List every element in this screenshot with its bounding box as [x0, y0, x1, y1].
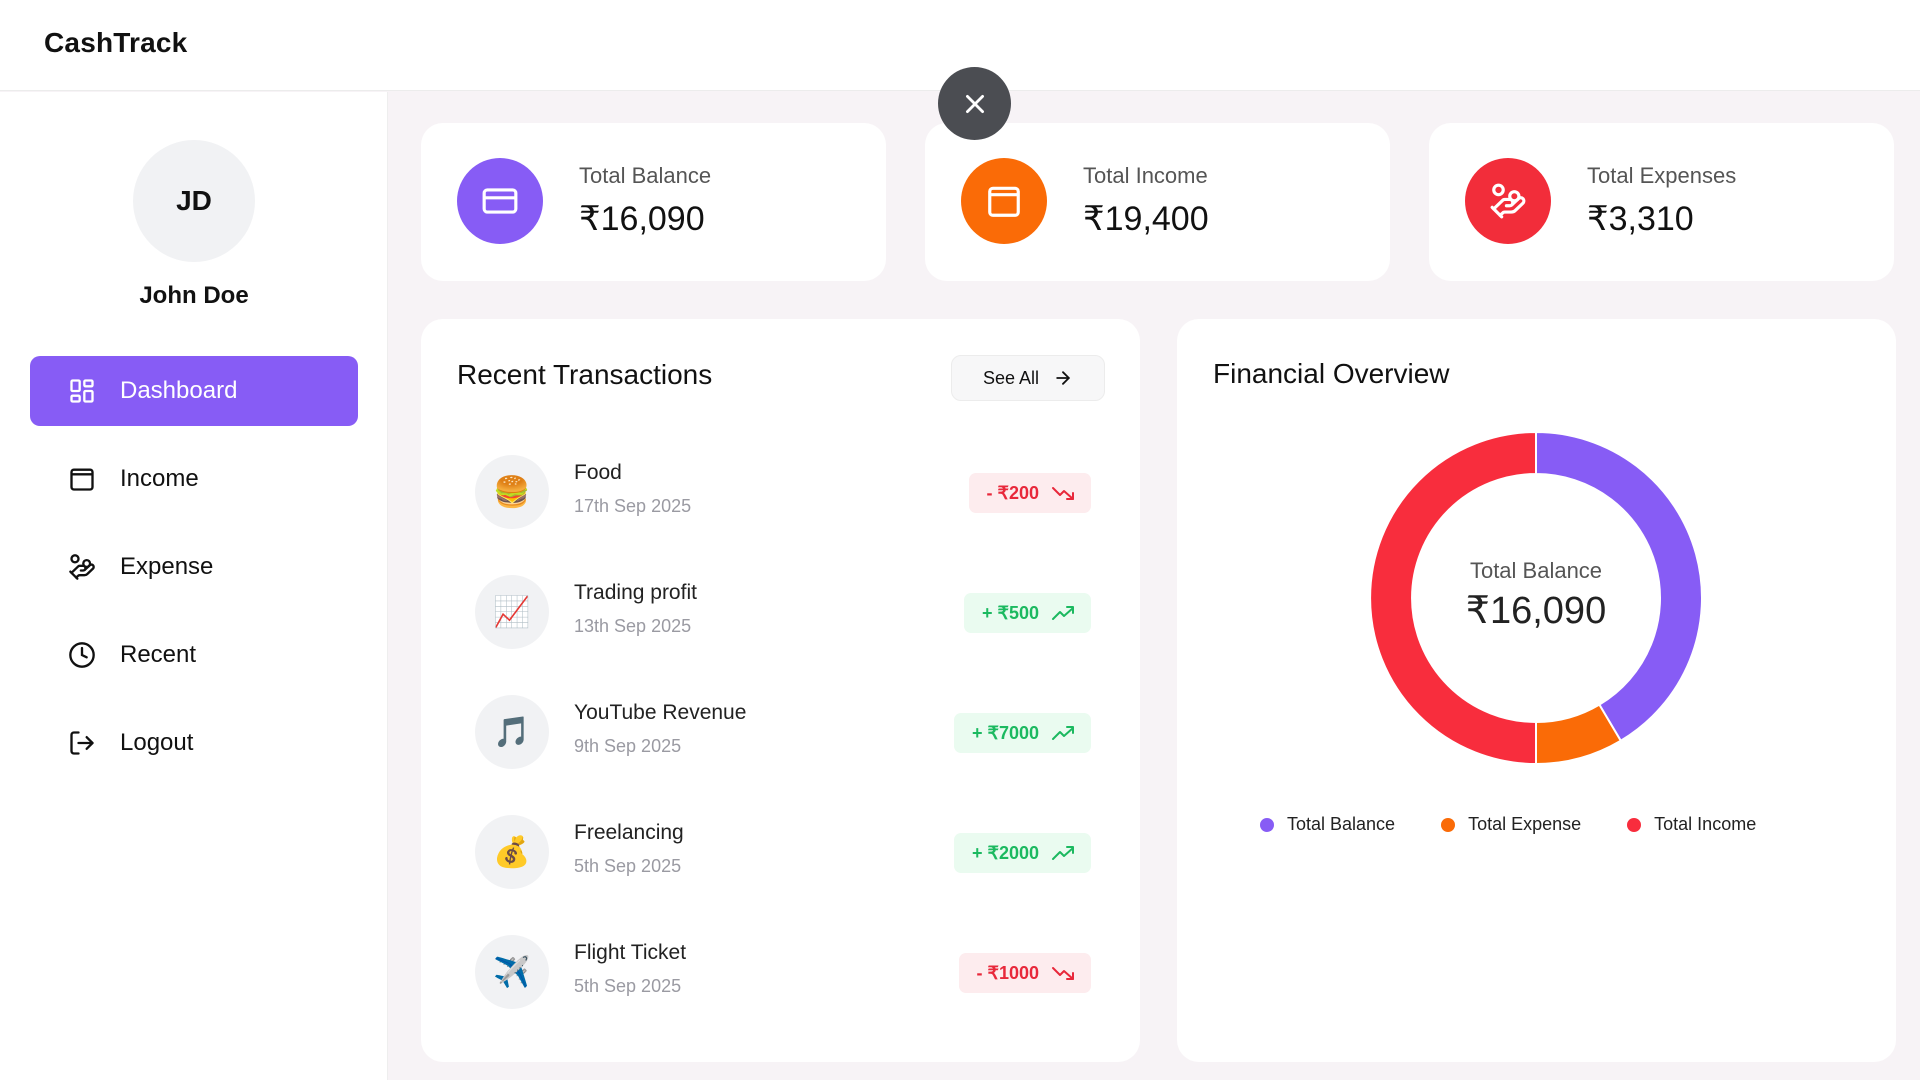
money-bag-icon: 💰 [475, 815, 549, 889]
trending-up-icon [1052, 606, 1074, 620]
user-name: John Doe [139, 282, 249, 309]
transaction-name: Trading profit [574, 581, 697, 604]
airplane-icon: ✈️ [475, 935, 549, 1009]
sidebar-item-dashboard[interactable]: Dashboard [30, 356, 358, 426]
transaction-row[interactable]: 🍔 Food 17th Sep 2025 - ₹200 [475, 455, 1091, 529]
food-icon: 🍔 [475, 455, 549, 529]
sidebar-item-label: Income [120, 465, 199, 492]
transaction-row[interactable]: 🎵 YouTube Revenue 9th Sep 2025 + ₹7000 [475, 695, 1091, 769]
transaction-date: 5th Sep 2025 [574, 856, 682, 876]
total-income-card: Total Income ₹19,400 [925, 123, 1390, 281]
legend-label: Total Balance [1287, 814, 1396, 834]
hand-coins-icon [1490, 183, 1526, 219]
transaction-amount-badge: + ₹7000 [953, 713, 1091, 753]
transaction-row[interactable]: 📈 Trading profit 13th Sep 2025 + ₹500 [475, 575, 1091, 649]
transaction-name: YouTube Revenue [574, 701, 747, 724]
transaction-amount-badge: + ₹2000 [953, 833, 1091, 873]
total-expenses-card: Total Expenses ₹3,310 [1429, 123, 1894, 281]
transaction-amount: + ₹2000 [971, 842, 1039, 863]
music-icon: 🎵 [475, 695, 549, 769]
close-button[interactable] [938, 67, 1011, 140]
avatar[interactable]: JD [133, 140, 255, 262]
expense-icon-circle [1465, 158, 1551, 244]
sidebar-item-income[interactable]: Income [30, 444, 358, 514]
legend-label: Total Income [1654, 814, 1757, 834]
legend-label: Total Expense [1468, 814, 1582, 834]
sidebar-item-expense[interactable]: Expense [30, 532, 358, 602]
arrow-right-icon [1056, 371, 1070, 385]
transaction-date: 9th Sep 2025 [574, 736, 682, 756]
transaction-row[interactable]: ✈️ Flight Ticket 5th Sep 2025 - ₹1000 [475, 935, 1091, 1009]
financial-overview-donut-chart: Total Balance ₹16,090 [1369, 430, 1703, 766]
sidebar-item-recent[interactable]: Recent [30, 620, 358, 690]
transaction-name: Flight Ticket [574, 941, 687, 964]
stat-label: Total Expenses [1587, 163, 1737, 188]
wallet-icon [988, 186, 1020, 217]
panel-title: Recent Transactions [457, 359, 713, 390]
donut-center-value: ₹16,090 [1466, 590, 1606, 632]
stat-value: ₹3,310 [1587, 200, 1694, 238]
legend-item-expense: Total Expense [1441, 814, 1581, 835]
stat-label: Total Balance [579, 163, 712, 188]
stat-value: ₹16,090 [579, 200, 705, 238]
hand-coins-icon [66, 551, 98, 583]
sidebar-item-label: Recent [120, 641, 197, 668]
transaction-name: Food [574, 461, 622, 484]
sidebar-item-label: Dashboard [120, 377, 238, 404]
transaction-amount-badge: + ₹500 [964, 593, 1091, 633]
transaction-amount: - ₹1000 [976, 962, 1040, 983]
app-logo[interactable]: CashTrack [44, 27, 187, 59]
sidebar-item-logout[interactable]: Logout [30, 708, 358, 778]
logout-icon [66, 727, 98, 759]
donut-center-label: Total Balance [1470, 558, 1602, 583]
transaction-name: Freelancing [574, 821, 684, 844]
dashboard-icon [66, 375, 98, 407]
transaction-date: 17th Sep 2025 [574, 496, 692, 516]
total-balance-card: Total Balance ₹16,090 [421, 123, 886, 281]
balance-icon-circle [457, 158, 543, 244]
sidebar: JD John Doe Dashboard Income Expense Rec… [0, 92, 388, 1080]
wallet-icon [66, 463, 98, 495]
sidebar-item-label: Logout [120, 729, 194, 756]
donut-slice-total-balance[interactable] [1535, 430, 1703, 743]
transaction-amount: + ₹7000 [971, 722, 1039, 743]
trending-up-icon [1052, 846, 1074, 860]
clock-icon [66, 639, 98, 671]
sidebar-nav: Dashboard Income Expense Recent Logout [30, 356, 358, 796]
transaction-amount: - ₹200 [986, 482, 1039, 503]
transaction-amount: + ₹500 [982, 602, 1039, 623]
income-icon-circle [961, 158, 1047, 244]
recent-transactions-panel: Recent Transactions See All 🍔 Food 17th … [421, 319, 1140, 1062]
stat-value: ₹19,400 [1083, 200, 1209, 238]
transaction-row[interactable]: 💰 Freelancing 5th Sep 2025 + ₹2000 [475, 815, 1091, 889]
trending-down-icon [1052, 487, 1074, 500]
stat-label: Total Income [1083, 163, 1208, 188]
transaction-amount-badge: - ₹1000 [958, 953, 1091, 993]
chart-legend: Total Balance Total Expense Total Income [1177, 814, 1897, 835]
panel-title: Financial Overview [1213, 358, 1450, 389]
trending-down-icon [1052, 967, 1074, 980]
sidebar-item-label: Expense [120, 553, 214, 580]
legend-dot [1441, 817, 1456, 832]
transaction-amount-badge: - ₹200 [968, 473, 1091, 513]
legend-dot [1260, 817, 1274, 832]
legend-dot [1627, 817, 1642, 832]
transaction-date: 13th Sep 2025 [574, 616, 692, 636]
chart-icon: 📈 [475, 575, 549, 649]
see-all-label: See All [982, 367, 1040, 388]
legend-item-income: Total Income [1627, 814, 1756, 835]
trending-up-icon [1052, 726, 1074, 740]
legend-item-balance: Total Balance [1260, 814, 1395, 835]
transaction-date: 5th Sep 2025 [574, 976, 682, 996]
close-icon [965, 94, 984, 113]
see-all-button[interactable]: See All [951, 355, 1105, 401]
credit-card-icon [482, 188, 518, 214]
